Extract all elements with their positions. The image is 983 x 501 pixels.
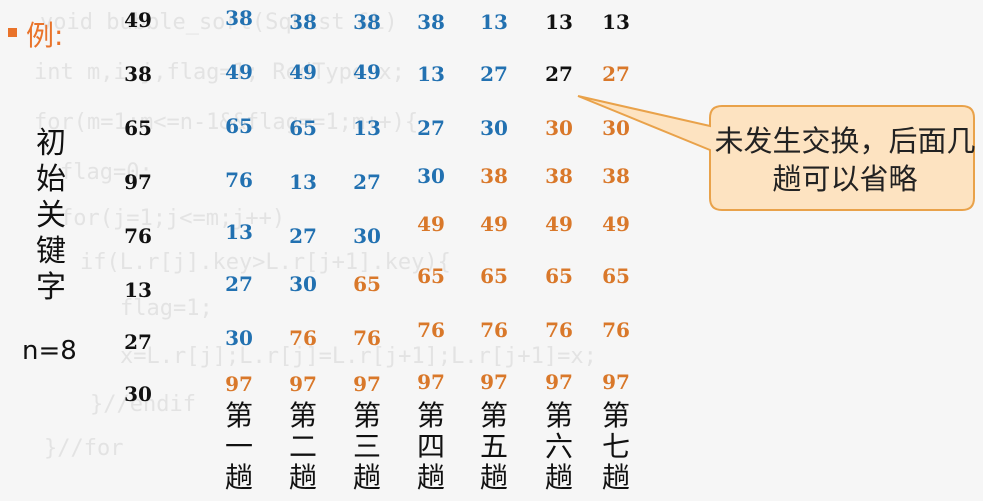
- callout-text: 未发生交换，后面几趟可以省略: [714, 124, 976, 196]
- callout-bubble: [577, 95, 975, 211]
